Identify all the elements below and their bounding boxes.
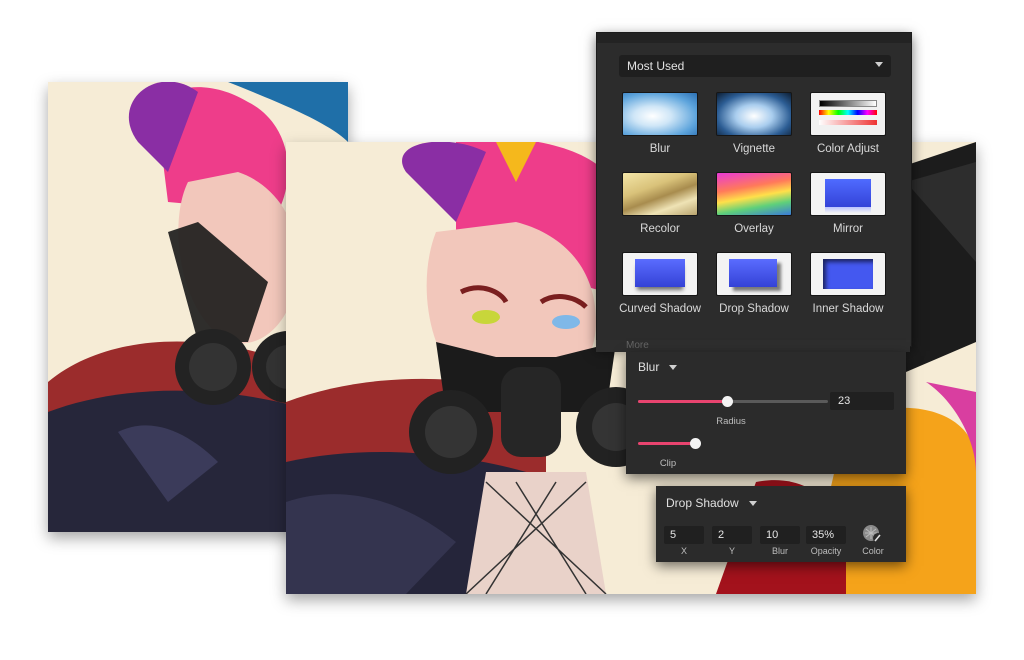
effect-label: Mirror — [832, 223, 864, 235]
clip-label: Clip — [659, 458, 677, 469]
panel-title-bar — [597, 33, 911, 43]
clip-toggle-handle[interactable] — [690, 438, 701, 449]
curved-shadow-thumbnail-icon — [623, 253, 697, 295]
effect-label: Overlay — [734, 223, 774, 235]
effect-label: Drop Shadow — [719, 303, 789, 315]
effect-inner-shadow[interactable]: Inner Shadow — [805, 253, 891, 315]
shadow-color-label: Color — [862, 546, 884, 556]
effect-label: Color Adjust — [816, 143, 879, 155]
radius-slider[interactable] — [638, 396, 828, 407]
mirror-thumbnail-icon — [811, 173, 885, 215]
chevron-down-icon — [669, 365, 678, 371]
effect-color-adjust[interactable]: Color Adjust — [805, 93, 891, 155]
more-effects-label: More — [626, 340, 649, 351]
effect-curved-shadow[interactable]: Curved Shadow — [617, 253, 703, 315]
shadow-x-field[interactable]: 5 — [664, 526, 704, 544]
blur-thumbnail-icon — [623, 93, 697, 135]
shadow-y-label: Y — [728, 546, 735, 556]
effect-vignette[interactable]: Vignette — [711, 93, 797, 155]
drop-shadow-dropdown[interactable]: Drop Shadow — [666, 496, 757, 510]
shadow-x-label: X — [680, 546, 687, 556]
shadow-blur-label: Blur — [771, 546, 788, 556]
effect-label: Inner Shadow — [812, 303, 884, 315]
chevron-down-icon — [748, 501, 757, 507]
effect-label: Vignette — [733, 143, 775, 155]
effect-overlay[interactable]: Overlay — [711, 173, 797, 235]
effect-drop-shadow[interactable]: Drop Shadow — [711, 253, 797, 315]
vignette-thumbnail-icon — [717, 93, 791, 135]
shadow-opacity-field[interactable]: 35% — [806, 526, 846, 544]
shadow-blur-field[interactable]: 10 — [760, 526, 800, 544]
radius-slider-handle[interactable] — [722, 396, 733, 407]
color-swatch-icon — [863, 525, 883, 543]
drop-shadow-thumbnail-icon — [717, 253, 791, 295]
shadow-y-field[interactable]: 2 — [712, 526, 752, 544]
effect-blur[interactable]: Blur — [617, 93, 703, 155]
overlay-thumbnail-icon — [717, 173, 791, 215]
effect-label: Recolor — [640, 223, 680, 235]
shadow-color-picker[interactable] — [862, 524, 884, 544]
radius-value: 23 — [838, 395, 851, 407]
radius-label: Radius — [716, 416, 746, 427]
shadow-blur-value: 10 — [766, 529, 779, 541]
blur-effect-dropdown[interactable]: Blur — [638, 360, 678, 374]
radius-slider-fill — [638, 400, 727, 403]
effect-label: Curved Shadow — [619, 303, 701, 315]
effect-recolor[interactable]: Recolor — [617, 173, 703, 235]
effect-category-label: Most Used — [627, 59, 685, 73]
radius-value-field[interactable]: 23 — [830, 392, 894, 410]
effect-mirror[interactable]: Mirror — [805, 173, 891, 235]
shadow-opacity-value: 35% — [812, 529, 835, 541]
drop-shadow-settings-panel: Drop Shadow 5 X 2 Y 10 Blur 35% Opacity … — [656, 486, 906, 562]
blur-title: Blur — [638, 360, 660, 374]
clip-toggle[interactable] — [638, 438, 701, 449]
recolor-thumbnail-icon — [623, 173, 697, 215]
blur-settings-panel: Blur 23 Radius Clip — [626, 352, 906, 474]
more-effects-row[interactable]: More — [596, 340, 910, 352]
color-adjust-thumbnail-icon — [811, 93, 885, 135]
shadow-opacity-label: Opacity — [810, 546, 842, 556]
inner-shadow-thumbnail-icon — [811, 253, 885, 295]
effect-category-dropdown[interactable]: Most Used — [619, 55, 891, 77]
effects-panel: Most Used Blur Vignette Color Adjust Rec… — [596, 32, 912, 347]
chevron-down-icon — [875, 62, 883, 67]
drop-shadow-title: Drop Shadow — [666, 496, 739, 510]
effect-label: Blur — [649, 143, 671, 155]
shadow-y-value: 2 — [718, 529, 725, 541]
shadow-x-value: 5 — [670, 529, 677, 541]
